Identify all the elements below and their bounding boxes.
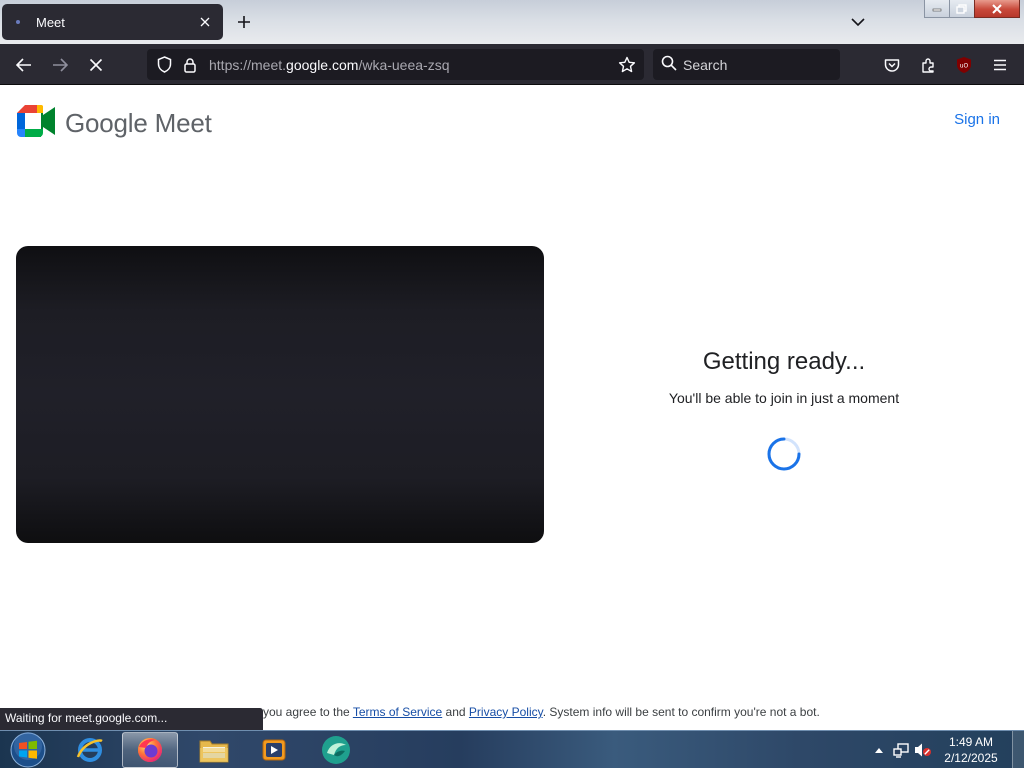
getting-ready-panel: Getting ready... You'll be able to join … [584,348,984,406]
loading-spinner-icon [766,436,802,472]
search-input[interactable]: Search [653,49,840,80]
extensions-icon[interactable] [913,50,943,80]
ready-title: Getting ready... [702,348,866,375]
start-button[interactable] [8,731,48,768]
url-bar[interactable]: https://meet.google.com/wka-ueea-zsq [147,49,644,80]
terms-notice: you agree to the Terms of Service and Pr… [263,705,820,719]
system-tray: 1:49 AM 2/12/2025 [868,731,1024,768]
tab-meet[interactable]: Meet [2,4,223,40]
taskbar: 1:49 AM 2/12/2025 [0,730,1024,768]
pocket-icon[interactable] [877,50,907,80]
terms-of-service-link[interactable]: Terms of Service [353,705,442,719]
back-icon[interactable] [9,50,39,80]
system-clock[interactable]: 1:49 AM 2/12/2025 [934,734,1008,766]
ublock-origin-icon[interactable]: uO [949,50,979,80]
shield-icon[interactable] [151,55,177,75]
media-player-icon[interactable] [246,732,302,768]
meet-logo-icon [17,105,55,142]
tab-favicon-icon [12,16,24,28]
clock-time: 1:49 AM [948,735,994,749]
app-icon[interactable] [308,732,364,768]
url-text[interactable]: https://meet.google.com/wka-ueea-zsq [209,57,449,73]
firefox-taskbar-icon[interactable] [122,732,178,768]
lock-icon[interactable] [177,55,203,75]
video-preview [16,246,544,543]
privacy-policy-link[interactable]: Privacy Policy [469,705,543,719]
status-bar: Waiting for meet.google.com... [0,708,263,730]
search-placeholder: Search [683,56,728,73]
url-domain: google.com [286,56,359,73]
terms-suffix: . System info will be sent to confirm yo… [542,705,820,719]
stop-loading-icon[interactable] [81,50,111,80]
internet-explorer-icon[interactable] [62,732,118,768]
show-hidden-icons-icon[interactable] [868,739,890,761]
url-prefix: https://meet. [209,56,287,73]
navigation-toolbar: https://meet.google.com/wka-ueea-zsq Sea… [0,44,1024,85]
network-icon[interactable] [890,739,912,761]
close-window-icon[interactable] [974,0,1020,18]
url-path: /wka-ueea-zsq [358,56,450,73]
terms-and: and [442,705,469,719]
menu-icon[interactable] [985,50,1015,80]
clock-date: 2/12/2025 [944,751,998,765]
close-tab-icon[interactable] [197,14,213,30]
brand-name: Google Meet [65,108,212,138]
show-desktop-button[interactable] [1012,731,1024,768]
svg-text:uO: uO [960,63,969,70]
sign-in-link[interactable]: Sign in [954,111,1000,128]
chevron-down-icon[interactable] [846,10,870,34]
tab-title: Meet [36,14,65,30]
page-content: Google Meet Sign in Getting ready... You… [0,85,1024,728]
forward-icon[interactable] [45,50,75,80]
new-tab-icon[interactable] [232,10,256,34]
search-icon [661,55,677,74]
bookmark-star-icon[interactable] [616,54,638,76]
volume-muted-icon[interactable] [912,739,934,761]
terms-prefix: you agree to the [263,705,353,719]
window-controls [924,0,1020,18]
ready-subtitle: You'll be able to join in just a moment [668,390,900,406]
tab-strip: Meet [0,0,1024,44]
file-explorer-icon[interactable] [186,732,242,768]
minimize-icon[interactable] [924,0,950,18]
restore-icon[interactable] [949,0,975,18]
google-meet-logo[interactable]: Google Meet [17,105,212,142]
